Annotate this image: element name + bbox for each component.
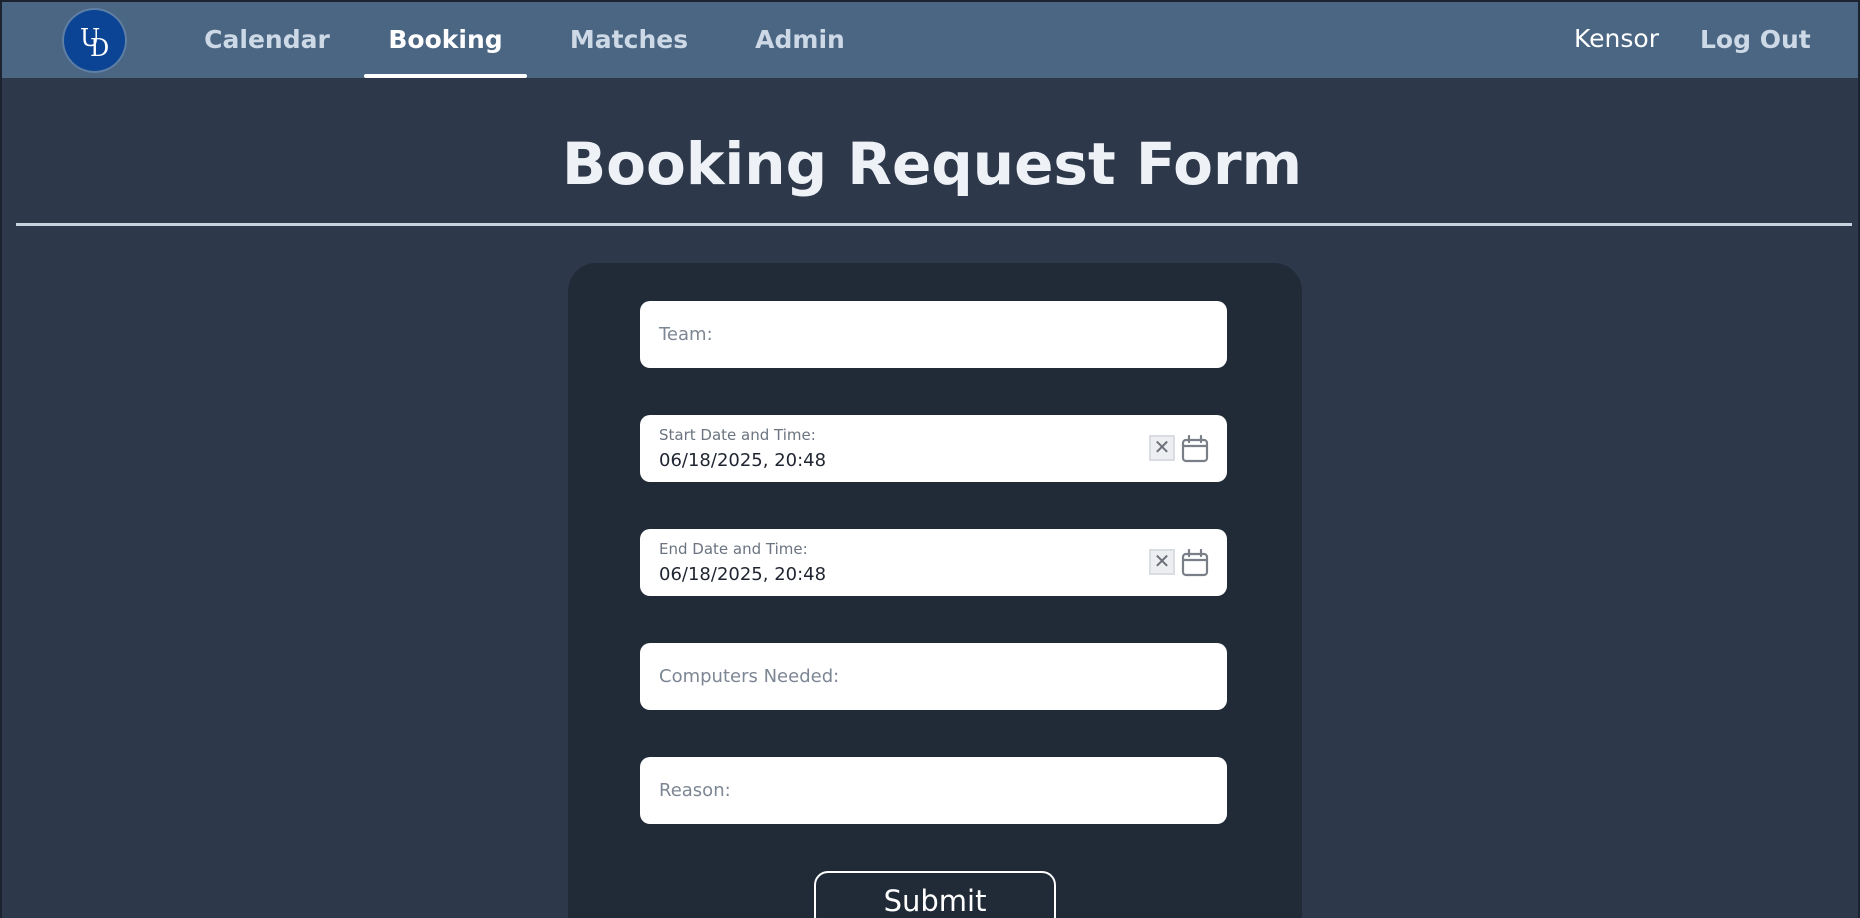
team-placeholder: Team:: [659, 324, 713, 345]
logo-icon: U D: [80, 24, 109, 62]
logout-link[interactable]: Log Out: [1700, 2, 1811, 78]
submit-button[interactable]: Submit: [814, 871, 1056, 918]
university-logo[interactable]: U D: [64, 10, 125, 71]
nav-matches[interactable]: Matches: [562, 2, 696, 78]
start-datetime-field[interactable]: Start Date and Time: 06/18/2025, 20:48 ✕: [640, 415, 1227, 482]
end-calendar-button[interactable]: [1180, 548, 1210, 578]
computers-needed-field[interactable]: Computers Needed:: [640, 643, 1227, 710]
clear-end-datetime-button[interactable]: ✕: [1149, 549, 1175, 575]
active-tab-indicator: [364, 74, 527, 78]
page-title: Booking Request Form: [561, 130, 1303, 198]
computers-needed-placeholder: Computers Needed:: [659, 666, 840, 687]
current-user-name: Kensor: [1574, 24, 1659, 53]
reason-field[interactable]: Reason:: [640, 757, 1227, 824]
start-datetime-value: 06/18/2025, 20:48: [659, 450, 827, 471]
calendar-icon: [1181, 548, 1209, 577]
team-field[interactable]: Team:: [640, 301, 1227, 368]
start-calendar-button[interactable]: [1180, 434, 1210, 464]
clear-start-datetime-button[interactable]: ✕: [1149, 435, 1175, 461]
close-icon: ✕: [1153, 435, 1171, 459]
top-navbar: U D Calendar Booking Matches Admin Kenso…: [2, 2, 1858, 78]
end-datetime-label: End Date and Time:: [659, 540, 808, 558]
end-datetime-field[interactable]: End Date and Time: 06/18/2025, 20:48 ✕: [640, 529, 1227, 596]
nav-calendar[interactable]: Calendar: [197, 2, 337, 78]
booking-form-card: Team: Start Date and Time: 06/18/2025, 2…: [568, 263, 1302, 918]
nav-booking[interactable]: Booking: [364, 2, 527, 78]
svg-text:D: D: [90, 34, 109, 62]
reason-placeholder: Reason:: [659, 780, 731, 801]
end-datetime-value: 06/18/2025, 20:48: [659, 564, 827, 585]
app-window: U D Calendar Booking Matches Admin Kenso…: [0, 0, 1860, 918]
title-divider: [16, 223, 1852, 226]
close-icon: ✕: [1153, 549, 1171, 573]
start-datetime-label: Start Date and Time:: [659, 426, 816, 444]
calendar-icon: [1181, 434, 1209, 463]
nav-admin[interactable]: Admin: [748, 2, 852, 78]
